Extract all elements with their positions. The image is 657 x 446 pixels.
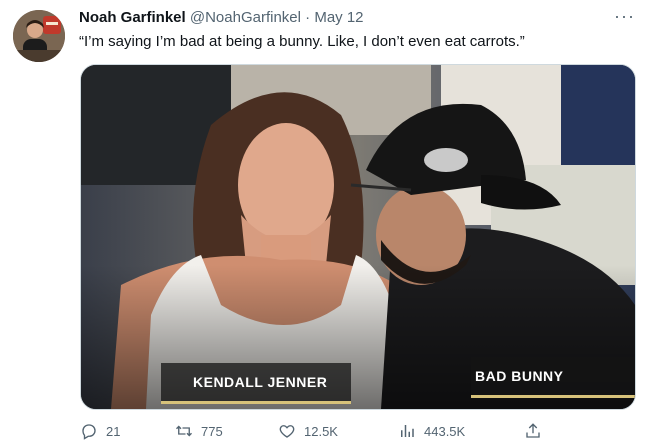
reply-count: 21 bbox=[106, 423, 121, 439]
more-icon[interactable]: ··· bbox=[614, 6, 635, 27]
media-photo: KENDALL JENNER BAD BUNNY bbox=[81, 65, 635, 409]
display-name[interactable]: Noah Garfinkel bbox=[79, 9, 186, 26]
share-button[interactable] bbox=[524, 422, 542, 440]
reply-icon bbox=[82, 424, 96, 440]
views-count: 443.5K bbox=[424, 423, 466, 439]
avatar[interactable] bbox=[13, 10, 65, 62]
reply-button[interactable]: 21 bbox=[80, 422, 120, 440]
caption-right: BAD BUNNY bbox=[475, 368, 564, 384]
views-button[interactable]: 443.5K bbox=[398, 422, 465, 440]
views-icon bbox=[401, 425, 414, 437]
like-button[interactable]: 12.5K bbox=[278, 422, 338, 440]
like-icon bbox=[279, 425, 295, 438]
tweet-date[interactable]: May 12 bbox=[314, 9, 363, 26]
share-icon bbox=[526, 423, 540, 438]
retweet-icon bbox=[176, 425, 192, 437]
tweet-text: “I’m saying I’m bad at being a bunny. Li… bbox=[79, 33, 525, 50]
tweet-media[interactable]: KENDALL JENNER BAD BUNNY bbox=[80, 64, 636, 410]
retweet-button[interactable]: 775 bbox=[175, 422, 223, 440]
retweet-count: 775 bbox=[201, 423, 223, 439]
caption-left: KENDALL JENNER bbox=[193, 374, 327, 390]
tweet-header: Noah Garfinkel @NoahGarfinkel · May 12 bbox=[79, 9, 364, 26]
handle[interactable]: @NoahGarfinkel bbox=[190, 9, 301, 26]
tweet-actions: 21 775 12.5K 443.5K bbox=[80, 422, 634, 444]
separator: · bbox=[305, 9, 311, 26]
like-count: 12.5K bbox=[304, 423, 338, 439]
avatar-image bbox=[13, 10, 65, 62]
